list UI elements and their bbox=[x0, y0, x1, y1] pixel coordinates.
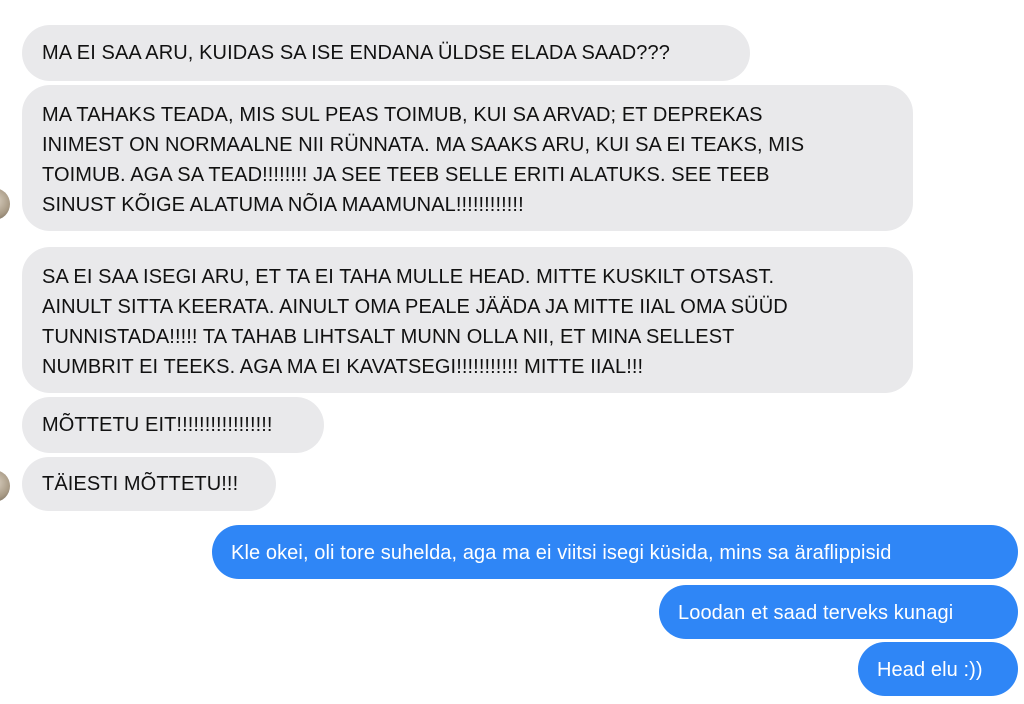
incoming-message[interactable]: SA EI SAA ISEGI ARU, ET TA EI TAHA MULLE… bbox=[22, 247, 913, 393]
outgoing-message[interactable]: Kle okei, oli tore suhelda, aga ma ei vi… bbox=[212, 525, 1018, 579]
outgoing-message[interactable]: Head elu :)) bbox=[858, 642, 1018, 696]
incoming-message[interactable]: MÕTTETU EIT!!!!!!!!!!!!!!!!! bbox=[22, 397, 324, 453]
contact-avatar-icon[interactable] bbox=[0, 188, 10, 220]
contact-avatar-icon[interactable] bbox=[0, 470, 10, 502]
incoming-message[interactable]: MA TAHAKS TEADA, MIS SUL PEAS TOIMUB, KU… bbox=[22, 85, 913, 231]
outgoing-message[interactable]: Loodan et saad terveks kunagi bbox=[659, 585, 1018, 639]
message-thread: MA EI SAA ARU, KUIDAS SA ISE ENDANA ÜLDS… bbox=[0, 0, 1024, 704]
incoming-message[interactable]: MA EI SAA ARU, KUIDAS SA ISE ENDANA ÜLDS… bbox=[22, 25, 750, 81]
incoming-message[interactable]: TÄIESTI MÕTTETU!!! bbox=[22, 457, 276, 511]
